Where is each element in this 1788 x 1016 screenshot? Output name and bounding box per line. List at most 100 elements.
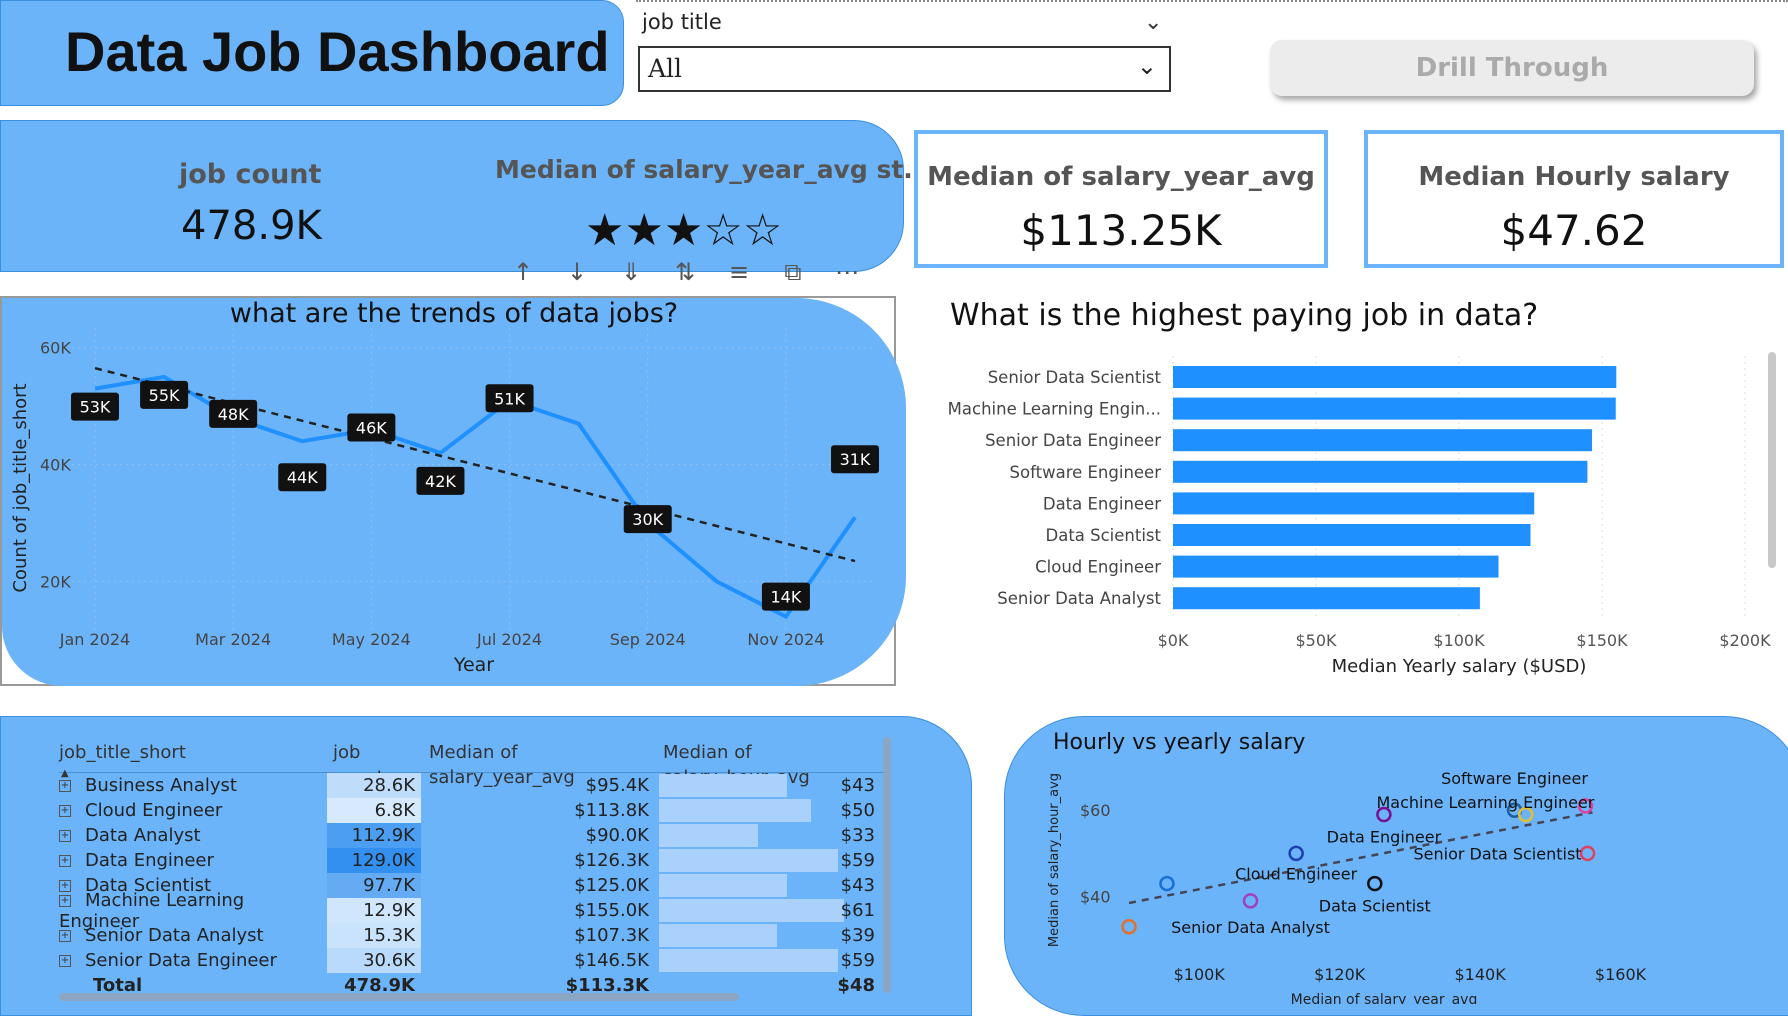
row-title-cell: +Cloud Engineer bbox=[59, 800, 327, 821]
dashboard-title-box: Data Job Dashboard bbox=[0, 0, 624, 106]
row-count-cell: 15.3K bbox=[327, 923, 421, 948]
row-hour-bar bbox=[659, 899, 844, 922]
sort-down-icon[interactable]: ↓ bbox=[560, 258, 594, 288]
table-row[interactable]: +Machine Learning Engineer12.9K$155.0K$6… bbox=[59, 898, 889, 923]
expand-icon[interactable]: + bbox=[59, 955, 71, 967]
table-panel: job_title_short▲ job count Median of sal… bbox=[0, 716, 972, 1016]
expand-icon[interactable]: + bbox=[59, 830, 71, 842]
y-axis-title: Median of salary_hour_avg bbox=[1047, 773, 1062, 947]
expand-all-icon[interactable]: ⇓ bbox=[614, 258, 648, 288]
slicer-value: All bbox=[648, 54, 682, 83]
median-year-value: $113.25K bbox=[918, 206, 1324, 255]
job-count-label: job count bbox=[179, 159, 321, 190]
category-label: Software Engineer bbox=[1010, 463, 1162, 482]
median-hour-value: $47.62 bbox=[1368, 206, 1780, 255]
point-label: Senior Data Analyst bbox=[1171, 918, 1330, 937]
slicer-label: job title bbox=[642, 10, 722, 34]
data-label: 48K bbox=[218, 405, 249, 424]
bar bbox=[1173, 556, 1498, 578]
x-tick-label: $120K bbox=[1314, 965, 1366, 984]
expand-icon[interactable]: + bbox=[59, 805, 71, 817]
table-row[interactable]: +Cloud Engineer6.8K$113.8K $50 bbox=[59, 798, 889, 823]
x-tick-label: Nov 2024 bbox=[747, 630, 824, 649]
expand-icon[interactable]: + bbox=[59, 895, 71, 907]
expand-icon[interactable]: + bbox=[59, 780, 71, 792]
bar bbox=[1173, 587, 1480, 609]
job-count-value: 478.9K bbox=[181, 203, 322, 249]
table-row[interactable]: +Senior Data Analyst15.3K$107.3K $39 bbox=[59, 923, 889, 948]
row-title: Data Engineer bbox=[85, 850, 214, 871]
header-job-title[interactable]: job_title_short▲ bbox=[59, 742, 327, 763]
row-year: $107.3K bbox=[421, 923, 655, 948]
row-count: 97.7K bbox=[363, 875, 415, 896]
table-row[interactable]: +Data Engineer129.0K$126.3K$59 bbox=[59, 848, 889, 873]
x-tick-label: $0K bbox=[1158, 631, 1189, 650]
category-label: Data Scientist bbox=[1046, 526, 1162, 545]
point-label: Senior Data Scientist bbox=[1414, 844, 1582, 863]
sort-up-icon[interactable]: ↑ bbox=[506, 258, 540, 288]
table-horizontal-scrollbar[interactable] bbox=[59, 993, 739, 1001]
filter-icon[interactable]: ≡ bbox=[722, 258, 756, 288]
y-axis-title: Count of job_title_short bbox=[10, 383, 31, 592]
y-tick-label: 60K bbox=[40, 339, 71, 358]
bar-chart[interactable]: $0K$50K$100K$150K$200KSenior Data Scient… bbox=[940, 340, 1788, 686]
chevron-down-icon[interactable]: ⌄ bbox=[1144, 10, 1162, 35]
x-tick-label: $140K bbox=[1454, 965, 1506, 984]
scatter-point bbox=[1244, 894, 1257, 907]
rating-stars: ★★★☆☆ bbox=[585, 205, 782, 256]
row-year: $155.0K bbox=[421, 898, 655, 923]
row-count-cell: 12.9K bbox=[327, 898, 421, 923]
row-count: 12.9K bbox=[363, 900, 415, 921]
row-hour-bar bbox=[659, 824, 758, 847]
line-chart-frame: what are the trends of data jobs?20K40K6… bbox=[0, 296, 896, 686]
x-tick-label: $200K bbox=[1719, 631, 1771, 650]
median-year-card: Median of salary_year_avg $113.25K bbox=[914, 130, 1328, 268]
row-title-cell: +Senior Data Analyst bbox=[59, 925, 327, 946]
category-label: Senior Data Analyst bbox=[997, 589, 1161, 608]
bar bbox=[1173, 524, 1531, 546]
row-year: $113.8K bbox=[421, 798, 655, 823]
line-chart-title: what are the trends of data jobs? bbox=[230, 298, 678, 329]
row-hour-bar bbox=[659, 799, 811, 822]
scatter-chart[interactable]: $40$60$100K$120K$140K$160KMedian of sala… bbox=[1004, 760, 1788, 1004]
table-header: job_title_short▲ job count Median of sal… bbox=[59, 733, 889, 773]
line-chart[interactable]: what are the trends of data jobs?20K40K6… bbox=[2, 298, 906, 688]
row-hour: $39 bbox=[841, 925, 875, 946]
y-tick-label: $60 bbox=[1080, 801, 1111, 820]
header-median-year[interactable]: Median of salary_year_avg bbox=[421, 740, 655, 765]
data-label: 44K bbox=[287, 468, 318, 487]
row-count-cell: 129.0K bbox=[327, 848, 421, 873]
row-hour-cell: $59 bbox=[655, 948, 879, 973]
bar bbox=[1173, 461, 1587, 483]
y-tick-label: $40 bbox=[1080, 888, 1111, 907]
x-tick-label: May 2024 bbox=[332, 630, 411, 649]
table-vertical-scrollbar[interactable] bbox=[883, 737, 891, 993]
header-median-hour[interactable]: Median of salary_hour_avg bbox=[655, 740, 879, 765]
row-count-cell: 6.8K bbox=[327, 798, 421, 823]
median-year-label: Median of salary_year_avg bbox=[918, 162, 1324, 192]
header-text: job_title_short bbox=[59, 742, 186, 763]
y-tick-label: 20K bbox=[40, 573, 71, 592]
job-title-slicer[interactable]: All ⌄ bbox=[638, 46, 1171, 92]
header-job-count[interactable]: job count bbox=[327, 740, 421, 765]
row-hour: $61 bbox=[841, 900, 875, 921]
table-row[interactable]: +Business Analyst28.6K$95.4K$43 bbox=[59, 773, 889, 798]
row-count-cell: 112.9K bbox=[327, 823, 421, 848]
table-row[interactable]: +Senior Data Engineer30.6K$146.5K$59 bbox=[59, 948, 889, 973]
chevron-down-icon[interactable]: ⌄ bbox=[1137, 52, 1157, 80]
row-hour-cell: $39 bbox=[655, 923, 879, 948]
salary-table[interactable]: job_title_short▲ job count Median of sal… bbox=[59, 733, 889, 997]
focus-icon[interactable]: ⧉ bbox=[776, 258, 810, 288]
row-hour: $50 bbox=[841, 800, 875, 821]
x-axis-title: Year bbox=[453, 654, 494, 676]
drill-icon[interactable]: ⇅ bbox=[668, 258, 702, 288]
x-tick-label: $150K bbox=[1576, 631, 1628, 650]
rating-label: Median of salary_year_avg st... bbox=[495, 155, 932, 184]
more-icon[interactable]: ⋯ bbox=[830, 258, 864, 288]
top-divider bbox=[636, 0, 1788, 2]
table-row[interactable]: +Data Analyst112.9K$90.0K$33 bbox=[59, 823, 889, 848]
x-tick-label: Sep 2024 bbox=[610, 630, 686, 649]
drill-through-button[interactable]: Drill Through bbox=[1270, 40, 1754, 96]
expand-icon[interactable]: + bbox=[59, 930, 71, 942]
expand-icon[interactable]: + bbox=[59, 855, 71, 867]
